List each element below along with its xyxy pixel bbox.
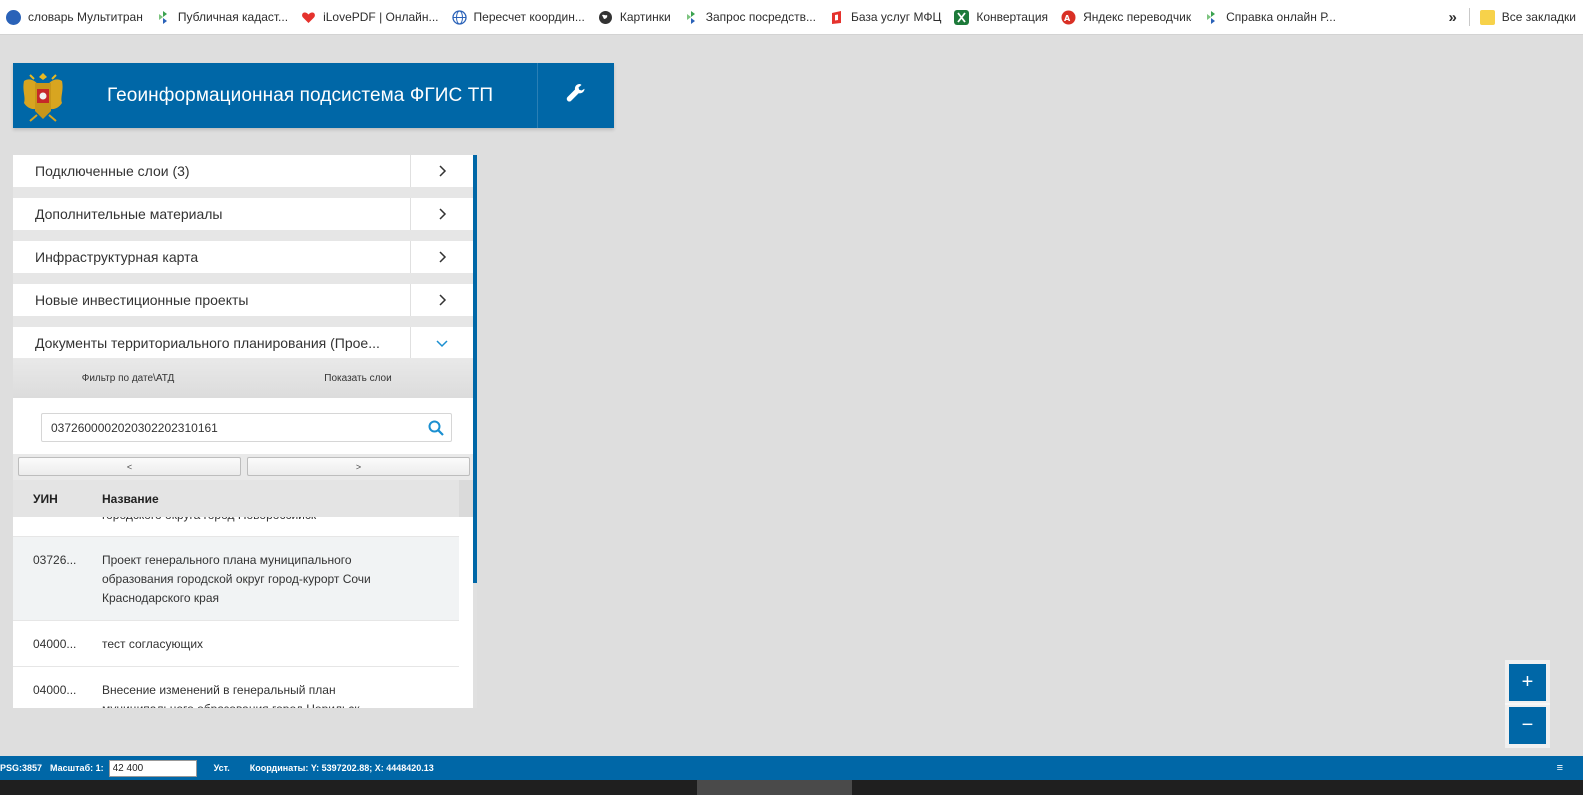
section-label: Дополнительные материалы bbox=[35, 206, 223, 222]
section-infrastructure-map[interactable]: Инфраструктурная карта bbox=[13, 241, 473, 273]
table-header: УИН Название bbox=[13, 480, 459, 517]
chevron-down-icon[interactable] bbox=[410, 327, 473, 359]
yandex-translate-icon: A bbox=[1061, 10, 1076, 25]
section-territorial-planning-docs[interactable]: Документы территориального планирования … bbox=[13, 327, 473, 359]
app-title: Геоинформационная подсистема ФГИС ТП bbox=[107, 84, 494, 106]
menu-icon[interactable]: ≡ bbox=[1557, 762, 1563, 774]
row-name: городского округа город Новороссийск bbox=[102, 517, 402, 536]
table-scroll-gutter bbox=[459, 517, 473, 708]
pager: < > bbox=[13, 454, 473, 480]
status-bar: PSG:3857 Масштаб: 1: Уст. Координаты: Y:… bbox=[0, 756, 1583, 780]
excel-icon bbox=[954, 9, 970, 25]
row-uin bbox=[13, 517, 102, 536]
row-name: Внесение изменений в генеральный план му… bbox=[102, 683, 359, 708]
scale-input[interactable] bbox=[108, 759, 197, 777]
folder-icon bbox=[1479, 9, 1495, 25]
search-input[interactable] bbox=[42, 414, 421, 441]
bookmarks-divider bbox=[1468, 8, 1470, 26]
globe-dark-icon bbox=[598, 10, 613, 25]
chevron-right-icon[interactable] bbox=[410, 155, 473, 187]
section-label: Подключенные слои (3) bbox=[35, 163, 190, 179]
taskbar-active-item[interactable] bbox=[697, 780, 852, 795]
tab-show-layers[interactable]: Показать слои bbox=[243, 373, 473, 384]
table-row[interactable]: городского округа город Новороссийск bbox=[13, 517, 459, 537]
tools-button[interactable] bbox=[537, 63, 614, 128]
set-scale-button[interactable]: Уст. bbox=[214, 763, 230, 773]
bookmark-help-online[interactable]: Справка онлайн Р... bbox=[1198, 0, 1343, 34]
bookmark-label: Справка онлайн Р... bbox=[1226, 10, 1336, 24]
rosreestr-icon bbox=[156, 10, 171, 25]
row-uin: 04000... bbox=[33, 637, 77, 651]
table-header-scroll-corner bbox=[459, 480, 473, 517]
bookmark-images[interactable]: Картинки bbox=[592, 0, 678, 34]
rosreestr-icon bbox=[684, 10, 699, 25]
chevron-right-icon[interactable] bbox=[410, 198, 473, 230]
column-header-uin[interactable]: УИН bbox=[13, 492, 102, 506]
globe-icon bbox=[451, 9, 467, 25]
table-row[interactable]: 03726... Проект генерального плана муниц… bbox=[13, 537, 459, 621]
bookmark-label: Пересчет координ... bbox=[473, 10, 585, 24]
bookmark-coord-convert[interactable]: Пересчет координ... bbox=[446, 0, 592, 34]
section-label: Документы территориального планирования … bbox=[35, 335, 380, 351]
bookmark-yandex-translate[interactable]: A Яндекс переводчик bbox=[1055, 0, 1198, 34]
app-header: Геоинформационная подсистема ФГИС ТП bbox=[13, 63, 614, 128]
column-header-name[interactable]: Название bbox=[102, 492, 159, 506]
bookmarks-bar: словарь Мультитран Публичная кадаст... i… bbox=[0, 0, 1583, 35]
bookmark-multitran[interactable]: словарь Мультитран bbox=[0, 0, 150, 34]
row-uin: 04000... bbox=[33, 683, 77, 697]
heart-icon bbox=[301, 10, 316, 25]
wrench-icon bbox=[565, 82, 587, 109]
bookmark-label: Картинки bbox=[619, 10, 671, 24]
zoom-in-button[interactable]: + bbox=[1509, 664, 1546, 701]
bookmark-ilovepdf[interactable]: iLovePDF | Онлайн... bbox=[295, 0, 445, 34]
bookmark-convert[interactable]: Конвертация bbox=[948, 0, 1055, 34]
bookmark-label: Конвертация bbox=[976, 10, 1049, 24]
table-row[interactable]: 04000... тест согласующих bbox=[13, 621, 459, 667]
prev-page-button[interactable]: < bbox=[18, 457, 241, 476]
search-box bbox=[41, 413, 452, 442]
bookmark-label: База услуг МФЦ bbox=[850, 10, 942, 24]
bookmark-mfc[interactable]: База услуг МФЦ bbox=[823, 0, 948, 34]
panel-scrollbar-thumb[interactable] bbox=[473, 155, 477, 583]
docs-subtabs: Фильтр по дате\АТД Показать слои bbox=[13, 358, 473, 398]
section-new-investment-projects[interactable]: Новые инвестиционные проекты bbox=[13, 284, 473, 316]
row-name: тест согласующих bbox=[102, 637, 204, 651]
scale-label: Масштаб: 1: bbox=[50, 763, 104, 773]
multitran-icon bbox=[6, 9, 21, 25]
all-bookmarks-label: Все закладки bbox=[1501, 10, 1576, 24]
bookmark-request[interactable]: Запрос посредств... bbox=[678, 0, 823, 34]
bookmark-label: Публичная кадаст... bbox=[177, 10, 289, 24]
svg-text:A: A bbox=[1064, 14, 1071, 23]
layers-panel: Подключенные слои (3) Дополнительные мат… bbox=[13, 155, 473, 708]
chevron-right-icon[interactable] bbox=[410, 241, 473, 273]
coordinates-readout: Координаты: Y: 5397202.88; X: 4448420.13 bbox=[249, 763, 434, 773]
next-page-button[interactable]: > bbox=[247, 457, 470, 476]
bookmark-label: словарь Мультитран bbox=[28, 10, 143, 24]
row-uin: 03726... bbox=[33, 553, 77, 567]
zoom-out-button[interactable]: − bbox=[1509, 707, 1546, 744]
results-list: городского округа город Новороссийск 037… bbox=[13, 517, 459, 708]
table-row[interactable]: 04000... Внесение изменений в генеральны… bbox=[13, 667, 459, 708]
search-icon[interactable] bbox=[421, 414, 451, 441]
chevron-right-icon[interactable] bbox=[410, 284, 473, 316]
coat-of-arms-icon bbox=[13, 63, 73, 128]
bookmark-label: Яндекс переводчик bbox=[1083, 10, 1192, 24]
bookmark-label: iLovePDF | Онлайн... bbox=[323, 10, 439, 24]
bookmarks-more-button[interactable]: » bbox=[1440, 9, 1464, 26]
tab-filter-by-date[interactable]: Фильтр по дате\АТД bbox=[13, 373, 243, 384]
rosreestr-icon bbox=[1204, 10, 1219, 25]
bookmark-cadastral-map[interactable]: Публичная кадаст... bbox=[150, 0, 295, 34]
all-bookmarks-button[interactable]: Все закладки bbox=[1474, 0, 1583, 34]
bookmark-label: Запрос посредств... bbox=[705, 10, 816, 24]
row-name: Проект генерального плана муниципального… bbox=[102, 553, 371, 605]
search-area bbox=[13, 398, 473, 454]
section-connected-layers[interactable]: Подключенные слои (3) bbox=[13, 155, 473, 187]
section-label: Инфраструктурная карта bbox=[35, 249, 199, 265]
section-label: Новые инвестиционные проекты bbox=[35, 292, 249, 308]
mfc-icon bbox=[829, 10, 844, 25]
section-additional-materials[interactable]: Дополнительные материалы bbox=[13, 198, 473, 230]
projection-code: PSG:3857 bbox=[0, 763, 43, 773]
